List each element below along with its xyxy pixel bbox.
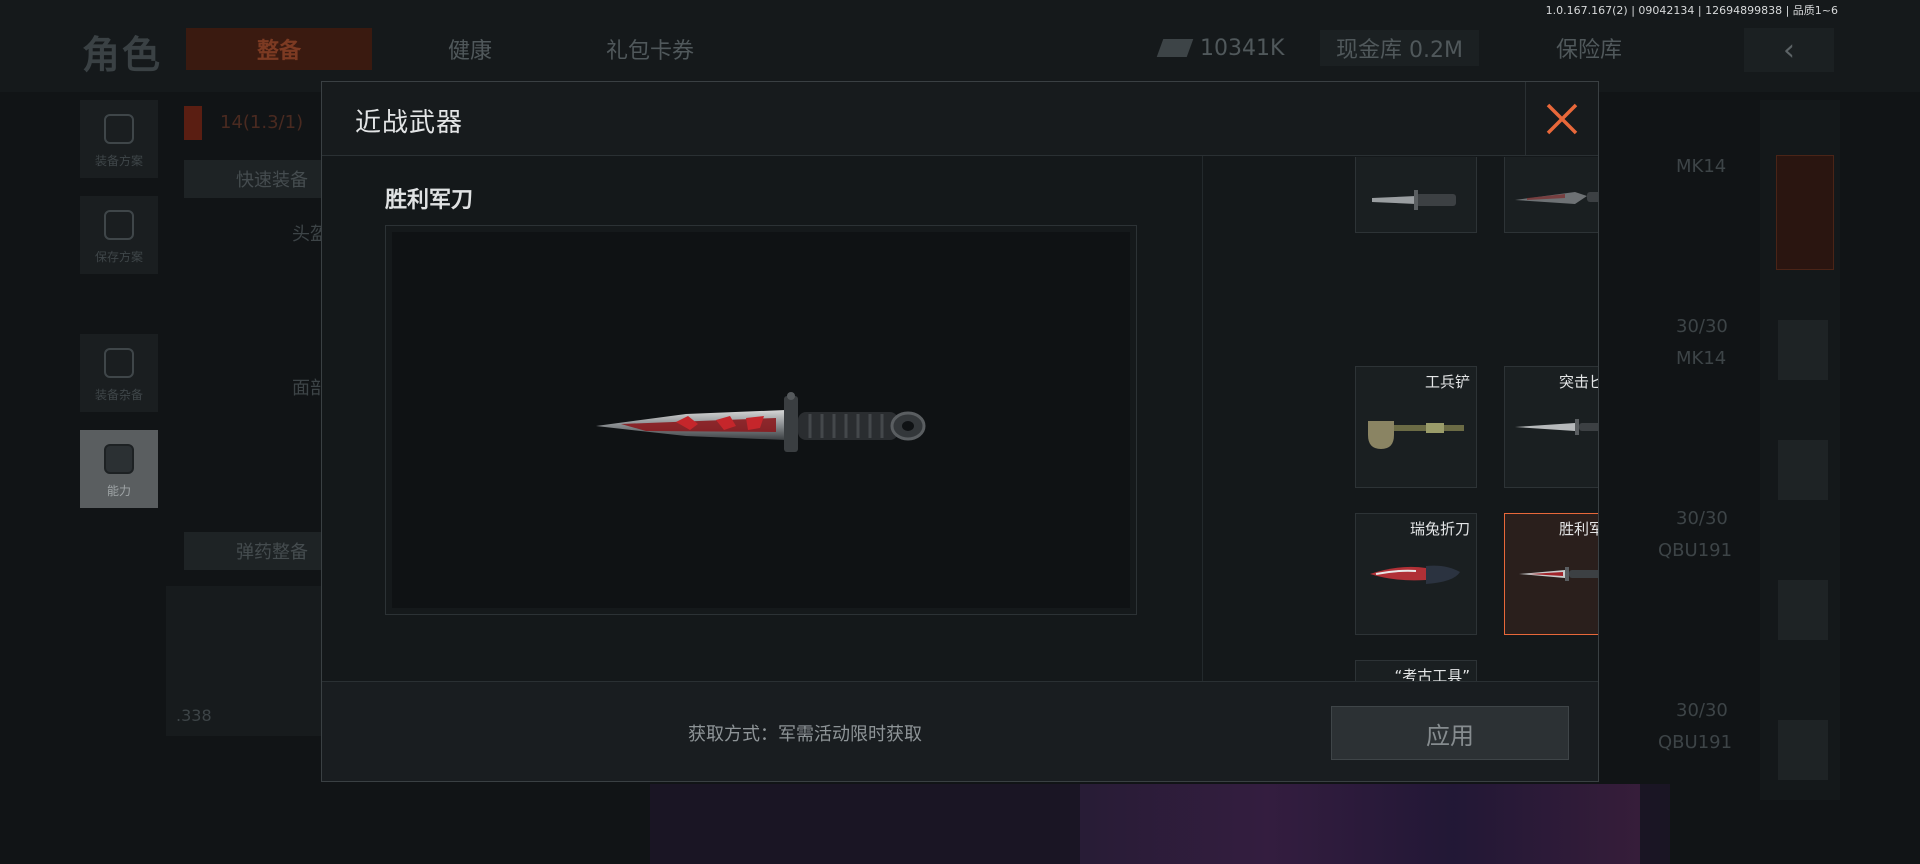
- right-item-name: MK14: [1676, 348, 1727, 369]
- red-indicator: [184, 106, 202, 140]
- weapon-card-name: 突击匕首: [1558, 373, 1598, 391]
- weapon-card[interactable]: [1355, 157, 1477, 233]
- bg-highlight-slot[interactable]: [1776, 155, 1834, 270]
- vest-icon: [104, 114, 134, 144]
- weapon-card-name: 工兵铲: [1424, 373, 1470, 391]
- weapon-card-assault-dagger[interactable]: 突击匕首: [1504, 366, 1598, 488]
- currency-display: 10341K: [1156, 30, 1285, 66]
- red-tag-text: 14(1.3/1): [220, 112, 304, 133]
- bg-equip-tile[interactable]: [1778, 580, 1828, 640]
- right-item-ammo: 30/30: [1676, 316, 1728, 337]
- weapon-card-name: 胜利军刀: [1558, 520, 1598, 538]
- weapon-card-rabbit-folding-knife[interactable]: 瑞兔折刀: [1355, 513, 1477, 635]
- selected-weapon-name: 胜利军刀: [385, 188, 474, 213]
- bg-equip-tile[interactable]: [1778, 320, 1828, 380]
- caliber-label: .338: [176, 706, 212, 725]
- vertical-divider: [1202, 156, 1203, 756]
- machete-icon: [1515, 192, 1598, 204]
- back-arrow-icon: ‹: [1783, 32, 1795, 68]
- weapon-grid: 工兵铲 突击匕首 瑞兔折刀 胜利军刀: [1222, 157, 1598, 757]
- side-label: 装备方案: [94, 154, 143, 168]
- tab-health[interactable]: 健康: [420, 28, 520, 70]
- cash-vault-button[interactable]: 现金库 0.2M: [1320, 30, 1479, 66]
- bg-glow-art: [1080, 784, 1640, 864]
- right-item-name: QBU191: [1658, 732, 1733, 753]
- side-ability[interactable]: 能力: [80, 430, 158, 508]
- weapon-card-victory-knife[interactable]: 胜利军刀: [1504, 513, 1598, 635]
- download-icon: [104, 210, 134, 240]
- right-item-ammo: 30/30: [1676, 508, 1728, 529]
- side-loadout-plan[interactable]: 装备方案: [80, 100, 158, 178]
- weapon-card-name: 瑞兔折刀: [1409, 520, 1470, 538]
- back-button[interactable]: ‹: [1744, 28, 1834, 72]
- weapon-card-shovel[interactable]: 工兵铲: [1355, 366, 1477, 488]
- bg-equip-tile[interactable]: [1778, 440, 1828, 500]
- version-info: 1.0.167.167(2) | 09042134 | 12694899838 …: [1545, 4, 1838, 17]
- acquisition-method: 获取方式：军需活动限时获取: [688, 724, 922, 745]
- bg-equip-tile[interactable]: [1778, 720, 1828, 780]
- side-equipment-misc[interactable]: 装备杂备: [80, 334, 158, 412]
- melee-weapon-dialog: 近战武器 胜利军刀 工兵铲 突击匕 瑞兔折刀 胜利军 “考古工具” 获取方式：军…: [321, 81, 1599, 782]
- apply-button[interactable]: 应用: [1331, 706, 1569, 760]
- currency-value: 10341K: [1200, 35, 1285, 61]
- cash-stack-icon: [1156, 39, 1194, 57]
- victory-knife-preview-image: [596, 392, 926, 452]
- screen-title: 角色: [82, 33, 163, 77]
- bg-bottom-strip: [650, 784, 1670, 864]
- side-label: 能力: [106, 484, 131, 498]
- side-save-plan[interactable]: 保存方案: [80, 196, 158, 274]
- dialog-footer: 获取方式：军需活动限时获取 应用: [322, 681, 1598, 781]
- dialog-header: 近战武器: [322, 82, 1598, 156]
- right-item-ammo: 30/30: [1676, 700, 1728, 721]
- tab-gift-cards[interactable]: 礼包卡券: [580, 28, 720, 70]
- ammo-equip-button[interactable]: 弹药整备: [184, 532, 324, 570]
- side-label: 装备杂备: [94, 388, 143, 402]
- close-x-icon: [1546, 103, 1578, 135]
- side-label: 保存方案: [94, 250, 143, 264]
- weapon-card[interactable]: [1504, 157, 1598, 233]
- dialog-title: 近战武器: [355, 108, 464, 138]
- bayonet-icon: [1372, 190, 1456, 210]
- helmet-icon: [104, 348, 134, 378]
- weapon-preview[interactable]: [385, 225, 1137, 615]
- tab-prep[interactable]: 整备: [186, 28, 372, 70]
- insurance-vault-button[interactable]: 保险库: [1556, 30, 1622, 66]
- lightning-hex-icon: [104, 444, 134, 474]
- quick-equip-button[interactable]: 快速装备: [184, 160, 324, 198]
- right-item-name: MK14: [1676, 156, 1727, 177]
- close-button[interactable]: [1525, 82, 1598, 156]
- right-item-name: QBU191: [1658, 540, 1733, 561]
